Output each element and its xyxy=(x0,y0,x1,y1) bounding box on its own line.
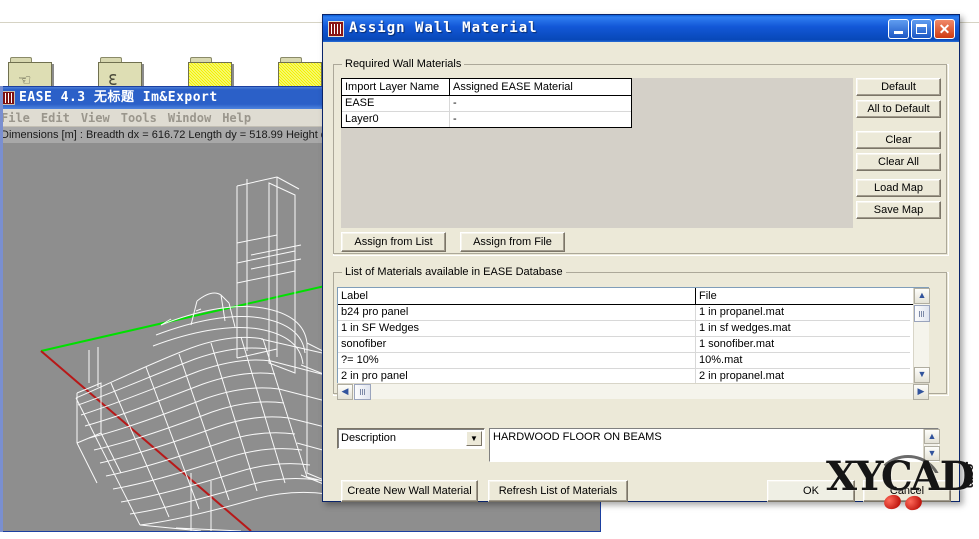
scroll-down-icon[interactable]: ▼ xyxy=(924,446,940,461)
menu-tools[interactable]: Tools xyxy=(121,111,157,125)
description-text: HARDWOOD FLOOR ON BEAMS xyxy=(493,431,662,443)
minimize-icon xyxy=(894,31,903,34)
screen: ☜ ℇ EASE 4.3 无标题 Im&Export File Edit Vie… xyxy=(0,0,979,539)
window-left-edge xyxy=(0,86,3,532)
assign-from-list-button[interactable]: Assign from List xyxy=(341,232,446,252)
ok-button[interactable]: OK xyxy=(767,480,855,502)
menu-view[interactable]: View xyxy=(81,111,110,125)
menu-window[interactable]: Window xyxy=(168,111,211,125)
load-map-button[interactable]: Load Map xyxy=(856,179,941,197)
assign-from-file-button[interactable]: Assign from File xyxy=(460,232,565,252)
cancel-button[interactable]: Cancel xyxy=(863,480,951,502)
materials-vertical-scrollbar[interactable]: ▲ ▼ xyxy=(913,288,930,383)
ease-app-icon xyxy=(2,91,15,105)
save-map-button[interactable]: Save Map xyxy=(856,201,941,219)
materials-table[interactable]: Label File b24 pro panel 1 in propanel.m… xyxy=(337,287,929,384)
cell-label: b24 pro panel xyxy=(338,305,696,321)
scroll-up-icon[interactable]: ▲ xyxy=(914,288,930,304)
materials-database-label: List of Materials available in EASE Data… xyxy=(342,266,566,278)
assign-wall-material-dialog: Assign Wall Material ✕ Required Wall Mat… xyxy=(322,14,960,502)
table-row[interactable]: sonofiber 1 sonofiber.mat xyxy=(338,337,928,353)
menu-file[interactable]: File xyxy=(1,111,30,125)
cell-file: 2 in propanel.mat xyxy=(696,369,910,383)
scroll-thumb-horizontal[interactable] xyxy=(354,384,371,400)
dialog-titlebar[interactable]: Assign Wall Material ✕ xyxy=(323,15,959,42)
table-row[interactable]: 2 in pro panel 2 in propanel.mat xyxy=(338,369,928,383)
table-row[interactable]: 1 in SF Wedges 1 in sf wedges.mat xyxy=(338,321,928,337)
ease-bottom-strip xyxy=(1,531,601,532)
cell-file: 10%.mat xyxy=(696,353,910,369)
cell-label: 1 in SF Wedges xyxy=(338,321,696,337)
scroll-up-icon[interactable]: ▲ xyxy=(924,429,940,444)
description-selector[interactable]: Description ▼ xyxy=(337,428,485,449)
cell-label: 2 in pro panel xyxy=(338,369,696,383)
scroll-thumb-vertical[interactable] xyxy=(914,305,930,322)
cell-label: sonofiber xyxy=(338,337,696,353)
minimize-button[interactable] xyxy=(888,19,909,39)
maximize-button[interactable] xyxy=(911,19,932,39)
refresh-list-of-materials-button[interactable]: Refresh List of Materials xyxy=(488,480,628,502)
scroll-down-icon[interactable]: ▼ xyxy=(914,367,930,383)
menu-help[interactable]: Help xyxy=(222,111,251,125)
table-row[interactable]: b24 pro panel 1 in propanel.mat xyxy=(338,305,928,321)
scroll-left-icon[interactable]: ◀ xyxy=(337,384,353,400)
window-controls: ✕ xyxy=(888,19,955,39)
required-materials-empty-area xyxy=(632,78,853,228)
cell-file: 1 sonofiber.mat xyxy=(696,337,910,353)
bottom-white-strip xyxy=(0,532,979,539)
materials-horizontal-scrollbar[interactable]: ◀ ▶ xyxy=(337,383,929,400)
chevron-down-icon[interactable]: ▼ xyxy=(466,431,482,446)
cell-file: 1 in propanel.mat xyxy=(696,305,910,321)
cell-label: ?= 10% xyxy=(338,353,696,369)
cell-file: 1 in sf wedges.mat xyxy=(696,321,910,337)
dialog-body: Required Wall Materials Import Layer Nam… xyxy=(323,42,959,502)
table-row[interactable]: ?= 10% 10%.mat xyxy=(338,353,928,369)
clear-button[interactable]: Clear xyxy=(856,131,941,149)
dialog-title: Assign Wall Material xyxy=(349,20,538,36)
table-header-row: Label File xyxy=(338,288,928,305)
close-icon: ✕ xyxy=(938,21,951,37)
description-selector-value: Description xyxy=(341,432,397,444)
maximize-icon xyxy=(916,24,927,34)
column-label[interactable]: Label xyxy=(338,288,696,304)
scroll-right-icon[interactable]: ▶ xyxy=(913,384,929,400)
description-vertical-scrollbar[interactable]: ▲ ▼ xyxy=(923,429,940,461)
column-file[interactable]: File xyxy=(696,288,910,304)
all-to-default-button[interactable]: All to Default xyxy=(856,100,941,118)
dialog-app-icon xyxy=(328,21,344,37)
required-wall-materials-label: Required Wall Materials xyxy=(342,58,465,70)
description-textarea[interactable]: HARDWOOD FLOOR ON BEAMS xyxy=(489,428,939,462)
required-materials-empty-area-lower xyxy=(341,128,632,228)
close-button[interactable]: ✕ xyxy=(934,19,955,39)
ease-window-title: EASE 4.3 无标题 Im&Export xyxy=(19,90,218,105)
create-new-wall-material-button[interactable]: Create New Wall Material xyxy=(341,480,478,502)
default-button[interactable]: Default xyxy=(856,78,941,96)
menu-edit[interactable]: Edit xyxy=(41,111,70,125)
clear-all-button[interactable]: Clear All xyxy=(856,153,941,171)
